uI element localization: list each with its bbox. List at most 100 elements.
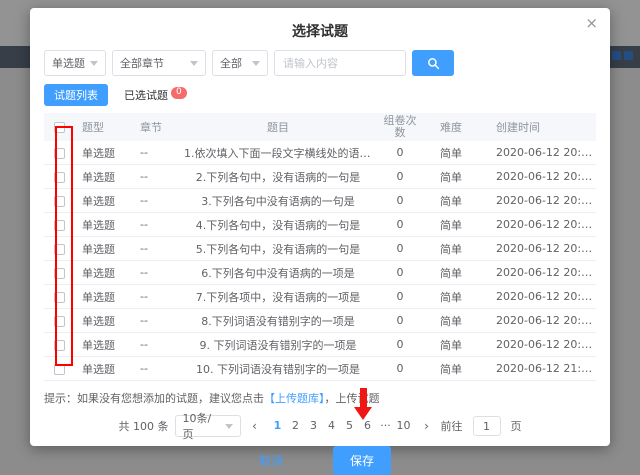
dialog-footer: 取消 保存	[30, 446, 610, 475]
page-size-select[interactable]: 10条/页	[175, 415, 241, 437]
cell-chapter: --	[132, 290, 184, 303]
selected-count-badge: 0	[171, 87, 187, 99]
table-row: 单选题 -- 4.下列各句中，没有语病的一句是 0 简单 2020-06-12 …	[44, 213, 596, 237]
cell-difficulty: 简单	[428, 337, 486, 353]
cell-paper-count: 0	[372, 362, 428, 375]
cell-paper-count: 0	[372, 218, 428, 231]
pagination: 共 100 条 10条/页 ‹ 1 2 3 4 5 6 ··· 10	[30, 414, 610, 438]
row-checkbox[interactable]	[54, 172, 65, 183]
cell-difficulty: 简单	[428, 145, 486, 161]
close-icon[interactable]: ×	[585, 16, 598, 31]
page-number[interactable]: 3	[305, 417, 323, 435]
cell-chapter: --	[132, 242, 184, 255]
row-checkbox[interactable]	[54, 220, 65, 231]
select-all-checkbox[interactable]	[54, 122, 65, 133]
cell-created-time: 2020-06-12 20:51:51	[486, 194, 596, 207]
chapter-select[interactable]: 全部章节	[112, 50, 206, 76]
save-button[interactable]: 保存	[333, 446, 391, 475]
page-number[interactable]: 4	[323, 417, 341, 435]
row-checkbox[interactable]	[54, 364, 65, 375]
goto-page-input[interactable]	[473, 416, 501, 436]
cell-title: 7.下列各项中，没有语病的一项是	[184, 289, 372, 305]
cell-difficulty: 简单	[428, 193, 486, 209]
page-number[interactable]: 10	[395, 417, 413, 435]
table-row: 单选题 -- 1.依次填入下面一段文字横线处的语句，衔接最... 0 简单 20…	[44, 141, 596, 165]
header-paper-count: 组卷次数	[381, 115, 419, 139]
row-checkbox[interactable]	[54, 268, 65, 279]
cell-paper-count: 0	[372, 170, 428, 183]
cell-paper-count: 0	[372, 266, 428, 279]
question-type-select[interactable]: 单选题	[44, 50, 106, 76]
page-number[interactable]: 5	[341, 417, 359, 435]
table-row: 单选题 -- 7.下列各项中，没有语病的一项是 0 简单 2020-06-12 …	[44, 285, 596, 309]
select-question-dialog: 选择试题 × 单选题 全部章节 全部 试题列表 已选试题0	[30, 8, 610, 446]
prev-page-button[interactable]: ‹	[247, 419, 263, 433]
table-row: 单选题 -- 3.下列各句中没有语病的一句是 0 简单 2020-06-12 2…	[44, 189, 596, 213]
tab-selected-questions[interactable]: 已选试题0	[124, 87, 187, 103]
cell-title: 3.下列各句中没有语病的一句是	[184, 193, 372, 209]
cell-difficulty: 简单	[428, 217, 486, 233]
table-row: 单选题 -- 9. 下列词语没有错别字的一项是 0 简单 2020-06-12 …	[44, 333, 596, 357]
header-title: 题目	[184, 119, 372, 135]
cell-difficulty: 简单	[428, 313, 486, 329]
cell-difficulty: 简单	[428, 289, 486, 305]
cell-created-time: 2020-06-12 20:54:11	[486, 242, 596, 255]
page-number[interactable]: ···	[377, 417, 395, 435]
goto-label: 前往	[441, 418, 463, 434]
cell-created-time: 2020-06-12 20:56:38	[486, 290, 596, 303]
cell-difficulty: 简单	[428, 169, 486, 185]
chevron-down-icon	[225, 424, 233, 429]
search-input[interactable]	[274, 50, 406, 76]
row-checkbox[interactable]	[54, 196, 65, 207]
page-list: 1 2 3 4 5 6 ··· 10	[269, 417, 413, 435]
tab-selected-label: 已选试题	[124, 89, 168, 102]
cell-created-time: 2020-06-12 21:03:07	[486, 362, 596, 375]
cell-question-type: 单选题	[74, 313, 132, 329]
cell-question-type: 单选题	[74, 289, 132, 305]
tab-bar: 试题列表 已选试题0	[44, 85, 596, 105]
goto-unit: 页	[511, 418, 522, 434]
cell-created-time: 2020-06-12 20:48:53	[486, 146, 596, 159]
next-page-button[interactable]: ›	[419, 419, 435, 433]
page-number[interactable]: 6	[359, 417, 377, 435]
cell-paper-count: 0	[372, 242, 428, 255]
cell-created-time: 2020-06-12 20:57:17	[486, 314, 596, 327]
cell-chapter: --	[132, 362, 184, 375]
cell-difficulty: 简单	[428, 361, 486, 377]
row-checkbox[interactable]	[54, 316, 65, 327]
page-number[interactable]: 2	[287, 417, 305, 435]
question-type-value: 单选题	[52, 55, 85, 71]
search-button[interactable]	[412, 50, 454, 76]
cell-difficulty: 简单	[428, 241, 486, 257]
cell-chapter: --	[132, 194, 184, 207]
row-checkbox[interactable]	[54, 340, 65, 351]
scope-select[interactable]: 全部	[212, 50, 268, 76]
cell-question-type: 单选题	[74, 265, 132, 281]
cell-created-time: 2020-06-12 20:58:57	[486, 338, 596, 351]
row-checkbox[interactable]	[54, 244, 65, 255]
table-header: 题型 章节 题目 组卷次数 难度 创建时间	[44, 113, 596, 141]
row-checkbox[interactable]	[54, 292, 65, 303]
page-number[interactable]: 1	[269, 417, 287, 435]
tab-question-list[interactable]: 试题列表	[44, 84, 108, 106]
cell-chapter: --	[132, 146, 184, 159]
cell-title: 9. 下列词语没有错别字的一项是	[184, 337, 372, 353]
cell-chapter: --	[132, 218, 184, 231]
row-checkbox[interactable]	[54, 148, 65, 159]
scope-value: 全部	[220, 55, 242, 71]
cell-created-time: 2020-06-12 20:50:52	[486, 170, 596, 183]
hint-prefix: 提示：如果没有您想添加的试题，建议您点击	[44, 392, 264, 405]
search-icon	[427, 57, 440, 70]
chevron-down-icon	[90, 61, 98, 66]
header-question-type: 题型	[74, 119, 132, 135]
upload-question-bank-link[interactable]: 【上传题库】	[264, 392, 325, 405]
cell-created-time: 2020-06-12 20:55:15	[486, 266, 596, 279]
cell-chapter: --	[132, 170, 184, 183]
cell-question-type: 单选题	[74, 145, 132, 161]
cell-paper-count: 0	[372, 314, 428, 327]
cancel-button[interactable]: 取消	[249, 447, 293, 474]
hint-suffix: ，上传试题	[325, 392, 380, 405]
hint-text: 提示：如果没有您想添加的试题，建议您点击【上传题库】，上传试题	[44, 390, 596, 406]
cell-question-type: 单选题	[74, 193, 132, 209]
filter-bar: 单选题 全部章节 全部	[44, 50, 596, 76]
